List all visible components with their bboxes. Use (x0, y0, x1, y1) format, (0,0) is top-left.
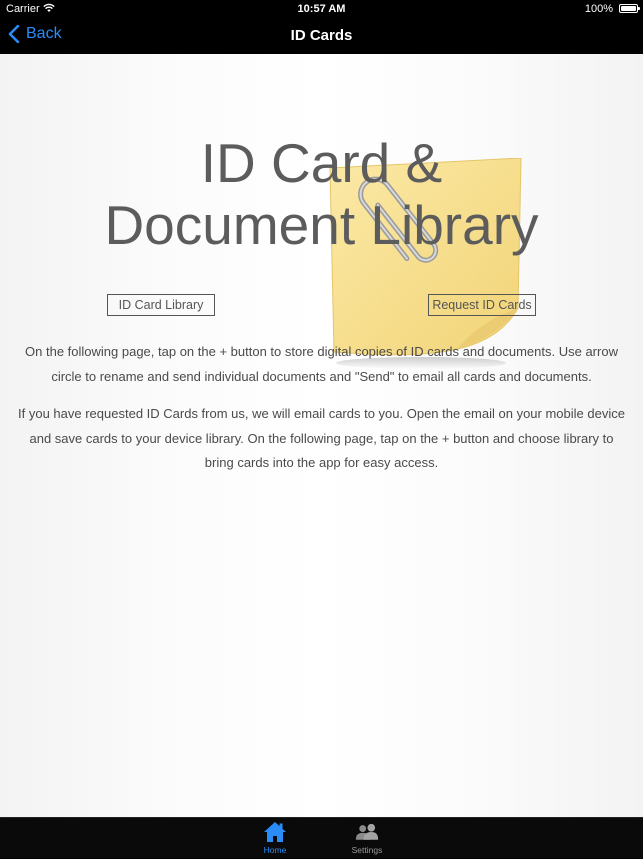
instructions-line: bring cards into the app for easy access… (204, 455, 439, 470)
instructions-paragraph-2: If you have requested ID Cards from us, … (0, 402, 643, 476)
instructions-line: If you have requested ID Cards from us, … (18, 406, 625, 421)
status-time: 10:57 AM (297, 3, 346, 15)
tab-settings-label: Settings (351, 845, 383, 855)
battery-percentage: 100% (584, 3, 613, 15)
instructions-line: and save cards to your device library. O… (29, 430, 614, 446)
home-icon (264, 822, 286, 842)
instructions-line: circle to rename and send individual doc… (51, 368, 592, 384)
id-card-library-button[interactable]: ID Card Library (107, 294, 215, 316)
tab-settings[interactable]: Settings (332, 818, 402, 859)
page-title: ID Cards (290, 27, 353, 44)
tab-bar: Home Settings (0, 817, 643, 858)
users-icon (355, 823, 379, 840)
hero-title: ID Card & Document Library (0, 132, 643, 256)
tab-home-label: Home (263, 845, 287, 855)
instructions-line: On the following page, tap on the + butt… (25, 344, 618, 359)
request-id-cards-button[interactable]: Request ID Cards (428, 294, 536, 316)
navigation-bar: Back ID Cards (0, 18, 643, 54)
status-bar: Carrier 10:57 AM 100% (0, 0, 643, 18)
tab-home[interactable]: Home (240, 818, 310, 859)
hero-title-line-1: ID Card & (200, 132, 443, 194)
battery-icon (619, 4, 640, 13)
hero-title-line-2: Document Library (104, 194, 539, 256)
main-content: ID Card & Document Library ID Card Libra… (0, 54, 643, 817)
instructions-paragraph-1: On the following page, tap on the + butt… (0, 340, 643, 389)
